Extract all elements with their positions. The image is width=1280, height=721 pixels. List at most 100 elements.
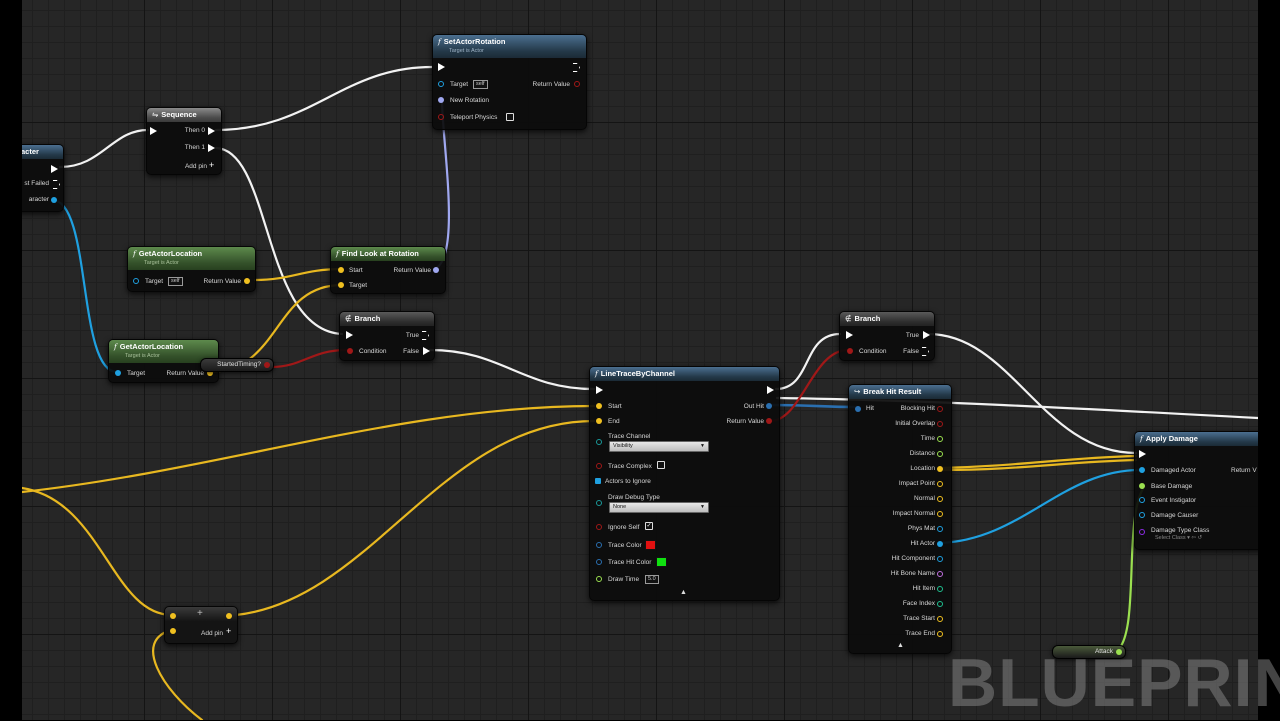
ignore-self-pin[interactable]	[596, 524, 602, 530]
then1-pin[interactable]	[208, 144, 215, 152]
branch-node-2[interactable]: ∉ Branch True Condition False	[839, 311, 935, 361]
input-b-pin[interactable]	[170, 628, 176, 634]
line-trace-by-channel-node[interactable]: f LineTraceByChannel Start Out Hit End Re…	[589, 366, 780, 601]
output-pin[interactable]	[937, 466, 943, 472]
cast-to-character-node[interactable]: acter st Failed aracter	[22, 144, 64, 212]
cast-failed-exec-pin[interactable]	[53, 180, 60, 189]
target-pin[interactable]	[338, 282, 344, 288]
damage-type-class-pin[interactable]	[1139, 529, 1145, 535]
return-value-pin[interactable]	[433, 267, 439, 273]
then0-pin[interactable]	[208, 127, 215, 135]
damage-causer-pin[interactable]	[1139, 512, 1145, 518]
exec-out-pin[interactable]	[767, 386, 774, 394]
exec-out-pin[interactable]	[573, 63, 580, 72]
condition-pin[interactable]	[347, 348, 353, 354]
variable-out-pin[interactable]	[264, 362, 270, 368]
damage-causer-label: Damage Causer	[1151, 512, 1199, 519]
hit-input-pin[interactable]	[855, 406, 861, 412]
true-exec-pin[interactable]	[923, 331, 930, 339]
target-pin[interactable]	[438, 81, 444, 87]
exec-in-pin[interactable]	[150, 127, 157, 135]
blueprint-graph-canvas[interactable]: acter st Failed aracter ⇋ Sequence Then 0…	[22, 0, 1258, 720]
target-self-field[interactable]: self	[168, 277, 183, 286]
exec-in-pin[interactable]	[1139, 450, 1146, 458]
exec-in-pin[interactable]	[438, 63, 445, 71]
damaged-actor-pin[interactable]	[1139, 467, 1145, 473]
add-pin-plus-icon[interactable]: +	[209, 160, 214, 170]
apply-damage-node[interactable]: f Apply Damage Damaged Actor Return V Bas…	[1134, 431, 1258, 550]
trace-channel-dropdown[interactable]: Visibility ▼	[609, 441, 709, 452]
output-pin[interactable]	[937, 436, 943, 442]
return-value-pin[interactable]	[244, 278, 250, 284]
output-pin[interactable]	[937, 556, 943, 562]
new-rotation-pin[interactable]	[438, 97, 444, 103]
start-pin[interactable]	[596, 403, 602, 409]
output-pin[interactable]	[937, 421, 943, 427]
get-actor-location-node-1[interactable]: f GetActorLocation Target is Actor Target …	[127, 246, 256, 292]
trace-color-swatch[interactable]	[645, 540, 656, 550]
draw-debug-type-dropdown[interactable]: None ▼	[609, 502, 709, 513]
sequence-node[interactable]: ⇋ Sequence Then 0 Then 1 Add pin +	[146, 107, 222, 175]
output-pin[interactable]	[937, 586, 943, 592]
trace-color-pin[interactable]	[596, 542, 602, 548]
out-hit-pin[interactable]	[766, 403, 772, 409]
teleport-pin[interactable]	[438, 114, 444, 120]
base-damage-pin[interactable]	[1139, 483, 1145, 489]
start-pin[interactable]	[338, 267, 344, 273]
trace-hit-color-swatch[interactable]	[656, 557, 667, 567]
trace-hit-color-pin[interactable]	[596, 559, 602, 565]
output-pin[interactable]	[226, 613, 232, 619]
draw-time-field[interactable]: 5.0	[645, 575, 659, 584]
exec-in-pin[interactable]	[846, 331, 853, 339]
true-exec-pin[interactable]	[422, 331, 429, 340]
event-instigator-pin[interactable]	[1139, 497, 1145, 503]
collapse-arrow-icon[interactable]: ▲	[680, 589, 687, 596]
trace-complex-pin[interactable]	[596, 463, 602, 469]
target-self-field[interactable]: self	[473, 80, 488, 89]
add-pin-plus-icon[interactable]: +	[226, 626, 231, 636]
output-pin[interactable]	[937, 406, 943, 412]
condition-pin[interactable]	[847, 348, 853, 354]
false-exec-pin[interactable]	[423, 347, 430, 355]
add-pin-button[interactable]: Add pin	[185, 163, 207, 170]
target-pin[interactable]	[133, 278, 139, 284]
input-a-pin[interactable]	[170, 613, 176, 619]
target-pin[interactable]	[115, 370, 121, 376]
started-timing-variable[interactable]: StartedTiming?	[200, 358, 274, 372]
vector-add-node[interactable]: + Add pin +	[164, 606, 238, 644]
end-pin[interactable]	[596, 418, 602, 424]
output-pin[interactable]	[937, 616, 943, 622]
output-pin[interactable]	[937, 631, 943, 637]
collapse-arrow-icon[interactable]: ▲	[897, 642, 904, 649]
actors-to-ignore-pin[interactable]	[595, 478, 601, 484]
draw-debug-type-pin[interactable]	[596, 500, 602, 506]
output-pin[interactable]	[937, 451, 943, 457]
exec-in-pin[interactable]	[596, 386, 603, 394]
find-look-at-rotation-node[interactable]: f Find Look at Rotation Start Return Valu…	[330, 246, 446, 294]
false-exec-pin[interactable]	[922, 347, 929, 356]
select-class-dropdown[interactable]: Select Class ▾ ⇦ ↺	[1155, 535, 1202, 541]
output-pin[interactable]	[937, 601, 943, 607]
exec-out-pin[interactable]	[51, 165, 58, 173]
ignore-self-checkbox[interactable]: ✓	[645, 522, 653, 530]
add-pin-button[interactable]: Add pin	[201, 630, 223, 637]
as-character-pin[interactable]	[51, 197, 57, 203]
exec-in-pin[interactable]	[346, 331, 353, 339]
output-pin[interactable]	[937, 511, 943, 517]
set-actor-rotation-node[interactable]: f SetActorRotation Target is Actor Target …	[432, 34, 587, 130]
teleport-checkbox[interactable]	[506, 113, 514, 121]
output-pin[interactable]	[937, 496, 943, 502]
output-pin[interactable]	[937, 571, 943, 577]
output-pin[interactable]	[937, 541, 943, 547]
output-pin[interactable]	[937, 526, 943, 532]
return-value-pin[interactable]	[766, 418, 772, 424]
branch-node-1[interactable]: ∉ Branch True Condition False	[339, 311, 435, 361]
draw-time-pin[interactable]	[596, 576, 602, 582]
trace-complex-checkbox[interactable]	[657, 461, 665, 469]
output-pin[interactable]	[937, 481, 943, 487]
break-hit-result-node[interactable]: ↪ Break Hit Result Hit Blocking Hit Initia…	[848, 384, 952, 654]
wire-exec-false-to-linetrace	[428, 348, 596, 391]
return-value-pin[interactable]	[574, 81, 580, 87]
damaged-actor-label: Damaged Actor	[1151, 467, 1196, 474]
trace-channel-pin[interactable]	[596, 439, 602, 445]
